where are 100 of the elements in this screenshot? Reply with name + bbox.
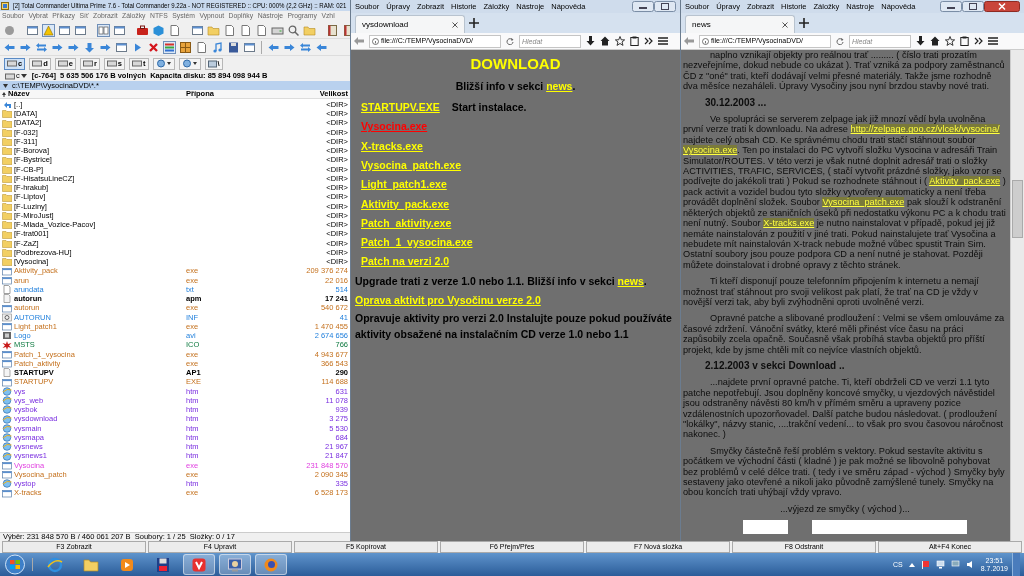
taskbar-button[interactable] [219, 554, 251, 575]
search-icon[interactable] [287, 23, 300, 37]
clipboard-icon[interactable] [630, 36, 639, 46]
info-icon [702, 37, 709, 45]
menu-icon[interactable] [658, 37, 668, 45]
minimize-icon[interactable] [940, 1, 962, 12]
page-icon[interactable] [223, 23, 236, 37]
close-icon[interactable] [782, 21, 788, 28]
link[interactable]: news [617, 274, 644, 287]
info-icon [372, 37, 379, 45]
link[interactable]: http://zelpage.goo.cz/vlcek/vysocina/ [850, 124, 1000, 135]
panes-icon[interactable] [97, 23, 110, 37]
back-arrow-icon[interactable] [684, 37, 694, 45]
date-heading: 30.12.2003 ... [705, 97, 768, 109]
chevrons-icon[interactable] [644, 37, 653, 45]
download-link[interactable]: Patch_1_vysocina.exe [361, 235, 473, 251]
chevron-icon [191, 556, 207, 573]
window-icon[interactable] [113, 23, 126, 37]
flag-icon[interactable] [920, 560, 930, 569]
window-icon[interactable] [58, 23, 71, 37]
monitor-icon[interactable] [950, 560, 960, 569]
network-button[interactable] [178, 57, 201, 70]
close-icon[interactable] [984, 1, 1020, 12]
circle-icon[interactable] [3, 23, 16, 37]
taskbar-button[interactable] [183, 554, 215, 575]
reload-icon[interactable] [836, 37, 844, 45]
arrow-down-icon[interactable] [83, 40, 96, 54]
link-description: Start instalace. [451, 100, 527, 115]
paragraph: Ve spolupráci se serverem zelpage jak již mnozí vědí byla uvolněna první verze trati k downloadu. Na adrese http://zelpage.goo.cz/vlcek/vysocina/ najdete celý obsah CD. Ke správnému chodu trati stačí stáhnout soubor Vysocina.exe. Ten po instalaci do PC vytvoří složku Vysocina v adresáři Train Simulator/ROUTES. V této verzi je však nutné doplnit adresář trati o složky ACTIVITIES, TRAFIC, SERVICES, ( stačí vytvořit prázdné složky, jako vzor se podívejte do jakékoli trati ) Pokud se rozhodnete stáhnout i ( Aktivity_pack.exe ) pack activit a vozidel budou tyto složky vytvořeny automaticky a není třeba provádět doplnění složek. Soubor Vysocina_patch.exe pak slouží k odstranění některých objektů ze staničních úseků při nedostatku výkonu PC a k chodu trati není nutný. Soubor X-tracks.exe je nutno nainstalovat v případě, pokud jej již nemáte nainstalován z použití v jiné trati. Pokud nainstalujete trať Vysočina a nebudete mít nainstalován X-track nebude možné vůbec spustit Train Sim. Ostatní soubory jsou pouze podpora CD a není nutné je stahovat. Později můžete doinstalovat i drobné opravy z těchto stránek. [683, 114, 1007, 271]
monitor-icon [227, 556, 243, 573]
photo-placeholder [743, 520, 788, 535]
globe-icon [2, 433, 12, 443]
back-arrow-icon[interactable] [354, 37, 364, 45]
browser-tab[interactable]: news [685, 15, 795, 33]
plus-icon[interactable] [799, 18, 809, 28]
reload-icon[interactable] [506, 37, 514, 45]
stripes-icon[interactable] [163, 40, 176, 54]
arrows-icon[interactable] [299, 40, 312, 54]
window-icon[interactable] [115, 40, 128, 54]
music-note-icon[interactable] [211, 40, 224, 54]
scrollbar[interactable] [1010, 50, 1024, 541]
cross-icon[interactable] [147, 40, 160, 54]
download-link[interactable]: Light_patch1.exe [361, 177, 447, 193]
close-icon[interactable] [452, 21, 458, 28]
caret-icon [20, 74, 27, 78]
taskbar-button[interactable] [255, 554, 287, 575]
network-button[interactable] [152, 57, 175, 70]
download-link[interactable]: Patch na verzi 2.0 [361, 254, 450, 271]
page-icon[interactable] [239, 23, 252, 37]
download-link[interactable]: Aktivity_pack.exe [361, 196, 450, 213]
download-link[interactable]: STARTUPV.EXE [361, 100, 440, 116]
download-link[interactable]: Vysocina_patch.exe [361, 157, 461, 174]
speaker-icon[interactable] [965, 560, 975, 569]
app-icon [1, 1, 9, 10]
star-icon[interactable] [945, 36, 955, 46]
window-icon[interactable] [74, 23, 87, 37]
download-icon[interactable] [916, 36, 925, 46]
date-heading: 2.12.2003 v sekci Download .. [705, 360, 846, 372]
link[interactable]: Vysocina_patch.exe [822, 197, 905, 208]
link[interactable]: Aktivity_pack.exe [929, 176, 1001, 187]
window-icon[interactable] [191, 23, 204, 37]
clipboard-icon[interactable] [960, 36, 969, 46]
page-heading: DOWNLOAD [469, 54, 562, 74]
caret-up-icon[interactable] [908, 562, 915, 567]
window-icon[interactable] [26, 23, 39, 37]
briefcase-icon[interactable] [136, 23, 149, 37]
chevrons-icon[interactable] [974, 37, 983, 45]
photo-caption: ...výjezd ze smyčky ( východ )... [779, 503, 911, 515]
link[interactable]: X-tracks.exe [763, 218, 815, 229]
gear-icon [2, 312, 12, 322]
warning-icon[interactable] [42, 23, 55, 37]
download-icon[interactable] [586, 36, 595, 46]
paragraph: Ti kteří disponují pouze telefonním připojením k internetu a nemají možnost trať stáhnout pro svoji velikost pak platí, že trať na CD je vždy v novější verzi tak, aby byli zvýhodněni oproti uvolněné verzi. [683, 276, 980, 308]
menu-icon[interactable] [988, 37, 998, 45]
plus-icon[interactable] [469, 18, 479, 28]
minimize-icon[interactable] [632, 1, 654, 12]
fix-link[interactable]: Oprava aktivit pro Vysočinu verze 2.0 [355, 293, 541, 306]
home-icon[interactable] [600, 36, 610, 46]
globe-icon [2, 423, 12, 433]
home-icon[interactable] [930, 36, 940, 46]
download-link[interactable]: X-tracks.exe [361, 138, 423, 155]
download-link[interactable]: Patch_aktivity.exe [361, 215, 452, 232]
arrows-icon[interactable] [35, 40, 48, 54]
page-icon[interactable] [255, 23, 268, 37]
page-icon[interactable] [168, 23, 181, 37]
sort-arrow-icon [2, 91, 6, 97]
folder-icon [83, 556, 99, 573]
grid-icon[interactable] [179, 40, 192, 54]
page-icon[interactable] [195, 40, 208, 54]
scrollbar-thumb[interactable] [1012, 180, 1023, 238]
star-icon[interactable] [615, 36, 625, 46]
maximize-icon[interactable] [654, 1, 676, 12]
maximize-icon[interactable] [962, 1, 984, 12]
window-icon[interactable] [243, 40, 256, 54]
book-icon[interactable] [326, 23, 339, 37]
splat-icon [2, 340, 12, 350]
globe-icon [2, 442, 12, 452]
browser-tab[interactable]: vysdownload [355, 15, 465, 33]
caret-icon [3, 83, 8, 88]
start-button[interactable] [4, 554, 26, 575]
